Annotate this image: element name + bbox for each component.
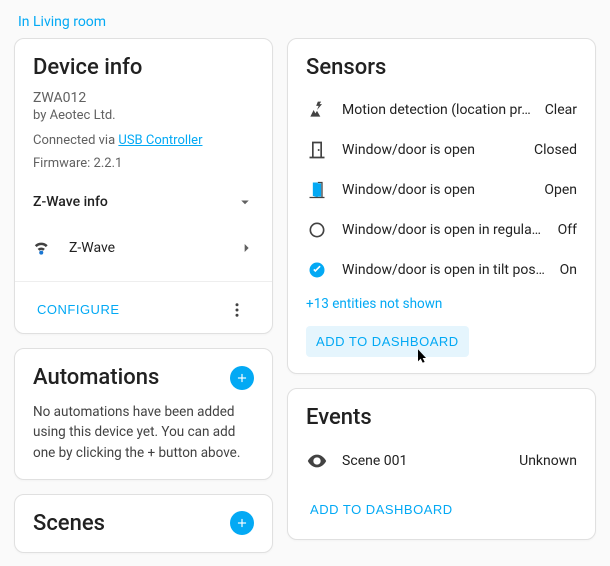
event-value: Unknown xyxy=(519,453,577,469)
sensors-card: Sensors Motion detection (location pr… C… xyxy=(287,38,596,374)
device-manufacturer: by Aeotec Ltd. xyxy=(33,108,254,123)
eye-icon xyxy=(306,450,328,472)
add-automation-button[interactable] xyxy=(230,366,254,390)
breadcrumb-link[interactable]: In Living room xyxy=(18,14,106,30)
circle-outline-icon xyxy=(306,220,328,240)
configure-button[interactable]: CONFIGURE xyxy=(33,296,124,323)
sensor-label: Window/door is open xyxy=(342,182,530,198)
zwave-icon xyxy=(33,237,55,259)
event-label: Scene 001 xyxy=(342,453,505,469)
automations-empty-text: No automations have been added using thi… xyxy=(33,402,254,463)
plus-icon xyxy=(235,516,249,530)
device-info-title: Device info xyxy=(33,55,254,80)
zwave-integration-row[interactable]: Z-Wave xyxy=(33,231,254,265)
check-circle-icon xyxy=(306,260,328,280)
chevron-down-icon xyxy=(236,193,254,211)
automations-card: Automations No automations have been add… xyxy=(14,348,273,480)
door-open-icon xyxy=(306,180,328,200)
device-connection: Connected via USB Controller xyxy=(33,133,254,148)
device-model: ZWA012 xyxy=(33,90,254,106)
usb-controller-link[interactable]: USB Controller xyxy=(118,133,202,148)
breadcrumb: In Living room xyxy=(0,0,610,38)
more-menu-button[interactable] xyxy=(220,297,254,323)
sensors-title: Sensors xyxy=(306,55,577,80)
dots-vertical-icon xyxy=(228,301,246,319)
sensor-value: Closed xyxy=(534,142,577,158)
automations-title: Automations xyxy=(33,365,159,390)
zwave-info-label: Z-Wave info xyxy=(33,194,108,210)
sensor-value: Clear xyxy=(545,102,577,118)
sensor-value: Off xyxy=(558,222,577,238)
chevron-right-icon xyxy=(238,240,254,256)
sensor-label: Motion detection (location pr… xyxy=(342,102,531,118)
sensor-row-motion[interactable]: Motion detection (location pr… Clear xyxy=(306,90,577,130)
add-scene-button[interactable] xyxy=(230,511,254,535)
sensor-label: Window/door is open in tilt pos… xyxy=(342,262,546,278)
scenes-card: Scenes xyxy=(14,494,273,553)
device-firmware: Firmware: 2.2.1 xyxy=(33,156,254,171)
sensor-row-regular[interactable]: Window/door is open in regula… Off xyxy=(306,210,577,250)
events-title: Events xyxy=(306,405,577,430)
sensor-row-tilt[interactable]: Window/door is open in tilt pos… On xyxy=(306,250,577,290)
sensor-value: On xyxy=(560,262,577,278)
zwave-label: Z-Wave xyxy=(69,240,115,256)
zwave-info-expander[interactable]: Z-Wave info xyxy=(33,189,254,215)
add-to-dashboard-button[interactable]: ADD TO DASHBOARD xyxy=(306,326,469,357)
add-to-dashboard-button[interactable]: ADD TO DASHBOARD xyxy=(306,496,457,523)
motion-icon xyxy=(306,100,328,120)
scenes-title: Scenes xyxy=(33,511,105,536)
device-info-card: Device info ZWA012 by Aeotec Ltd. Connec… xyxy=(14,38,273,334)
events-card: Events Scene 001 Unknown ADD TO DASHBOAR… xyxy=(287,388,596,540)
sensor-row-door-open[interactable]: Window/door is open Open xyxy=(306,170,577,210)
entities-hidden-link[interactable]: +13 entities not shown xyxy=(306,296,442,312)
sensor-label: Window/door is open xyxy=(342,142,520,158)
plus-icon xyxy=(235,371,249,385)
sensor-label: Window/door is open in regula… xyxy=(342,222,544,238)
sensor-row-door-closed[interactable]: Window/door is open Closed xyxy=(306,130,577,170)
sensor-value: Open xyxy=(544,182,577,198)
door-icon xyxy=(306,140,328,160)
event-row[interactable]: Scene 001 Unknown xyxy=(306,440,577,482)
